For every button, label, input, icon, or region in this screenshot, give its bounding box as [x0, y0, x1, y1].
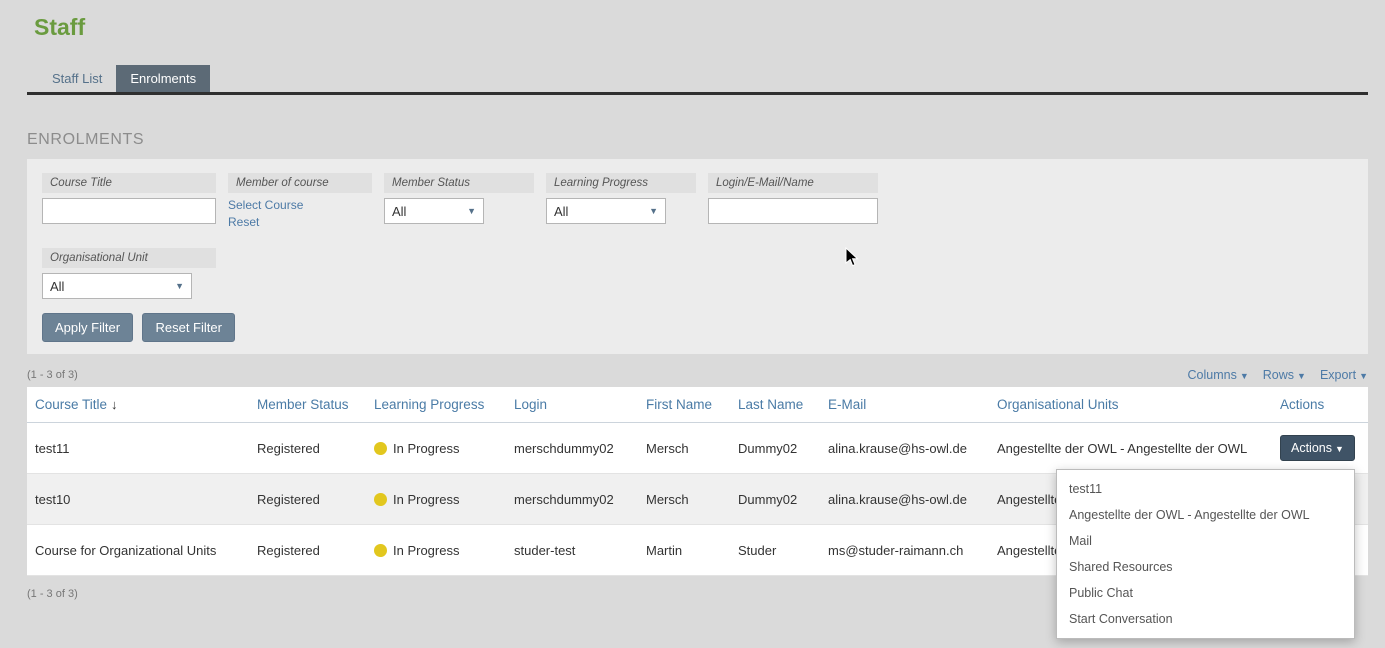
filter-row-2: Organisational Unit All ▼ [42, 248, 1353, 299]
cell-last-name: Dummy02 [730, 423, 820, 474]
cell-email: ms@studer-raimann.ch [820, 525, 989, 576]
reset-filter-button[interactable]: Reset Filter [142, 313, 234, 342]
member-status-label: Member Status [384, 173, 534, 193]
cell-member-status: Registered [249, 423, 366, 474]
cell-last-name: Studer [730, 525, 820, 576]
columns-menu[interactable]: Columns▼ [1188, 368, 1249, 382]
cell-first-name: Martin [638, 525, 730, 576]
apply-filter-button[interactable]: Apply Filter [42, 313, 133, 342]
learning-progress-label: Learning Progress [546, 173, 696, 193]
course-title-label: Course Title [42, 173, 216, 193]
chevron-down-icon: ▼ [1240, 371, 1249, 381]
rows-menu[interactable]: Rows▼ [1263, 368, 1306, 382]
tab-bar: Staff List Enrolments [27, 65, 1368, 95]
filter-panel: Course Title Member of course Select Cou… [27, 159, 1368, 354]
login-input[interactable] [708, 198, 878, 224]
header-org-units[interactable]: Organisational Units [989, 387, 1272, 423]
filter-learning-progress: Learning Progress All ▼ [546, 173, 696, 232]
member-of-course-label: Member of course [228, 173, 372, 193]
page-title: Staff [34, 14, 1368, 41]
cell-course-title: test10 [27, 474, 249, 525]
cell-first-name: Mersch [638, 474, 730, 525]
tab-staff-list[interactable]: Staff List [38, 65, 116, 92]
member-status-value: All [392, 204, 406, 219]
filter-org-unit: Organisational Unit All ▼ [42, 248, 216, 299]
chevron-down-icon: ▼ [1335, 444, 1344, 454]
in-progress-icon [374, 544, 387, 557]
cell-member-status: Registered [249, 525, 366, 576]
filter-course-title: Course Title [42, 173, 216, 232]
filter-row-1: Course Title Member of course Select Cou… [42, 173, 1353, 232]
header-login[interactable]: Login [506, 387, 638, 423]
login-label: Login/E-Mail/Name [708, 173, 878, 193]
menu-item-public-chat[interactable]: Public Chat [1057, 580, 1354, 606]
sort-desc-icon[interactable]: ↓ [111, 397, 118, 412]
cell-course-title: Course for Organizational Units [27, 525, 249, 576]
cell-actions: Actions▼ [1272, 423, 1368, 474]
section-title: ENROLMENTS [27, 131, 1368, 149]
table-menus: Columns▼ Rows▼ Export▼ [1188, 368, 1369, 382]
cell-last-name: Dummy02 [730, 474, 820, 525]
cell-learning-progress: In Progress [366, 423, 506, 474]
filter-member-status: Member Status All ▼ [384, 173, 534, 232]
cell-login: studer-test [506, 525, 638, 576]
menu-item-mail[interactable]: Mail [1057, 528, 1354, 554]
org-unit-label: Organisational Unit [42, 248, 216, 268]
header-course-title[interactable]: Course Title↓ [27, 387, 249, 423]
cell-email: alina.krause@hs-owl.de [820, 474, 989, 525]
chevron-down-icon: ▼ [1297, 371, 1306, 381]
header-first-name[interactable]: First Name [638, 387, 730, 423]
cell-email: alina.krause@hs-owl.de [820, 423, 989, 474]
table-row: test11 Registered In Progress merschdumm… [27, 423, 1368, 474]
tab-enrolments[interactable]: Enrolments [116, 65, 210, 92]
cell-login: merschdummy02 [506, 423, 638, 474]
cell-org-units: Angestellte der OWL - Angestellte der OW… [989, 423, 1272, 474]
cell-member-status: Registered [249, 474, 366, 525]
select-course-link[interactable]: Select Course [228, 198, 372, 212]
in-progress-icon [374, 442, 387, 455]
menu-item-start-conversation[interactable]: Start Conversation [1057, 606, 1354, 632]
filter-login: Login/E-Mail/Name [708, 173, 878, 232]
table-header-row: Course Title↓ Member Status Learning Pro… [27, 387, 1368, 423]
learning-progress-select[interactable]: All ▼ [546, 198, 666, 224]
cell-first-name: Mersch [638, 423, 730, 474]
org-unit-value: All [50, 279, 64, 294]
table-top-bar: (1 - 3 of 3) Columns▼ Rows▼ Export▼ [27, 368, 1368, 382]
org-unit-select[interactable]: All ▼ [42, 273, 192, 299]
learning-progress-value: All [554, 204, 568, 219]
cell-login: merschdummy02 [506, 474, 638, 525]
header-actions: Actions [1272, 387, 1368, 423]
header-learning-progress[interactable]: Learning Progress [366, 387, 506, 423]
header-member-status[interactable]: Member Status [249, 387, 366, 423]
menu-item-course[interactable]: test11 [1057, 476, 1354, 502]
pagination-top: (1 - 3 of 3) [27, 369, 78, 381]
chevron-down-icon: ▼ [1359, 371, 1368, 381]
filter-buttons: Apply Filter Reset Filter [42, 313, 1353, 342]
menu-item-org-unit[interactable]: Angestellte der OWL - Angestellte der OW… [1057, 502, 1354, 528]
course-title-input[interactable] [42, 198, 216, 224]
in-progress-icon [374, 493, 387, 506]
chevron-down-icon: ▼ [175, 281, 184, 291]
menu-item-shared-resources[interactable]: Shared Resources [1057, 554, 1354, 580]
member-status-select[interactable]: All ▼ [384, 198, 484, 224]
header-last-name[interactable]: Last Name [730, 387, 820, 423]
reset-course-link[interactable]: Reset [228, 215, 372, 229]
actions-dropdown-menu: test11 Angestellte der OWL - Angestellte… [1056, 469, 1355, 639]
cell-course-title: test11 [27, 423, 249, 474]
actions-button[interactable]: Actions▼ [1280, 435, 1355, 461]
cell-learning-progress: In Progress [366, 474, 506, 525]
export-menu[interactable]: Export▼ [1320, 368, 1368, 382]
chevron-down-icon: ▼ [649, 206, 658, 216]
chevron-down-icon: ▼ [467, 206, 476, 216]
header-email[interactable]: E-Mail [820, 387, 989, 423]
cell-learning-progress: In Progress [366, 525, 506, 576]
filter-member-of-course: Member of course Select Course Reset [228, 173, 372, 232]
